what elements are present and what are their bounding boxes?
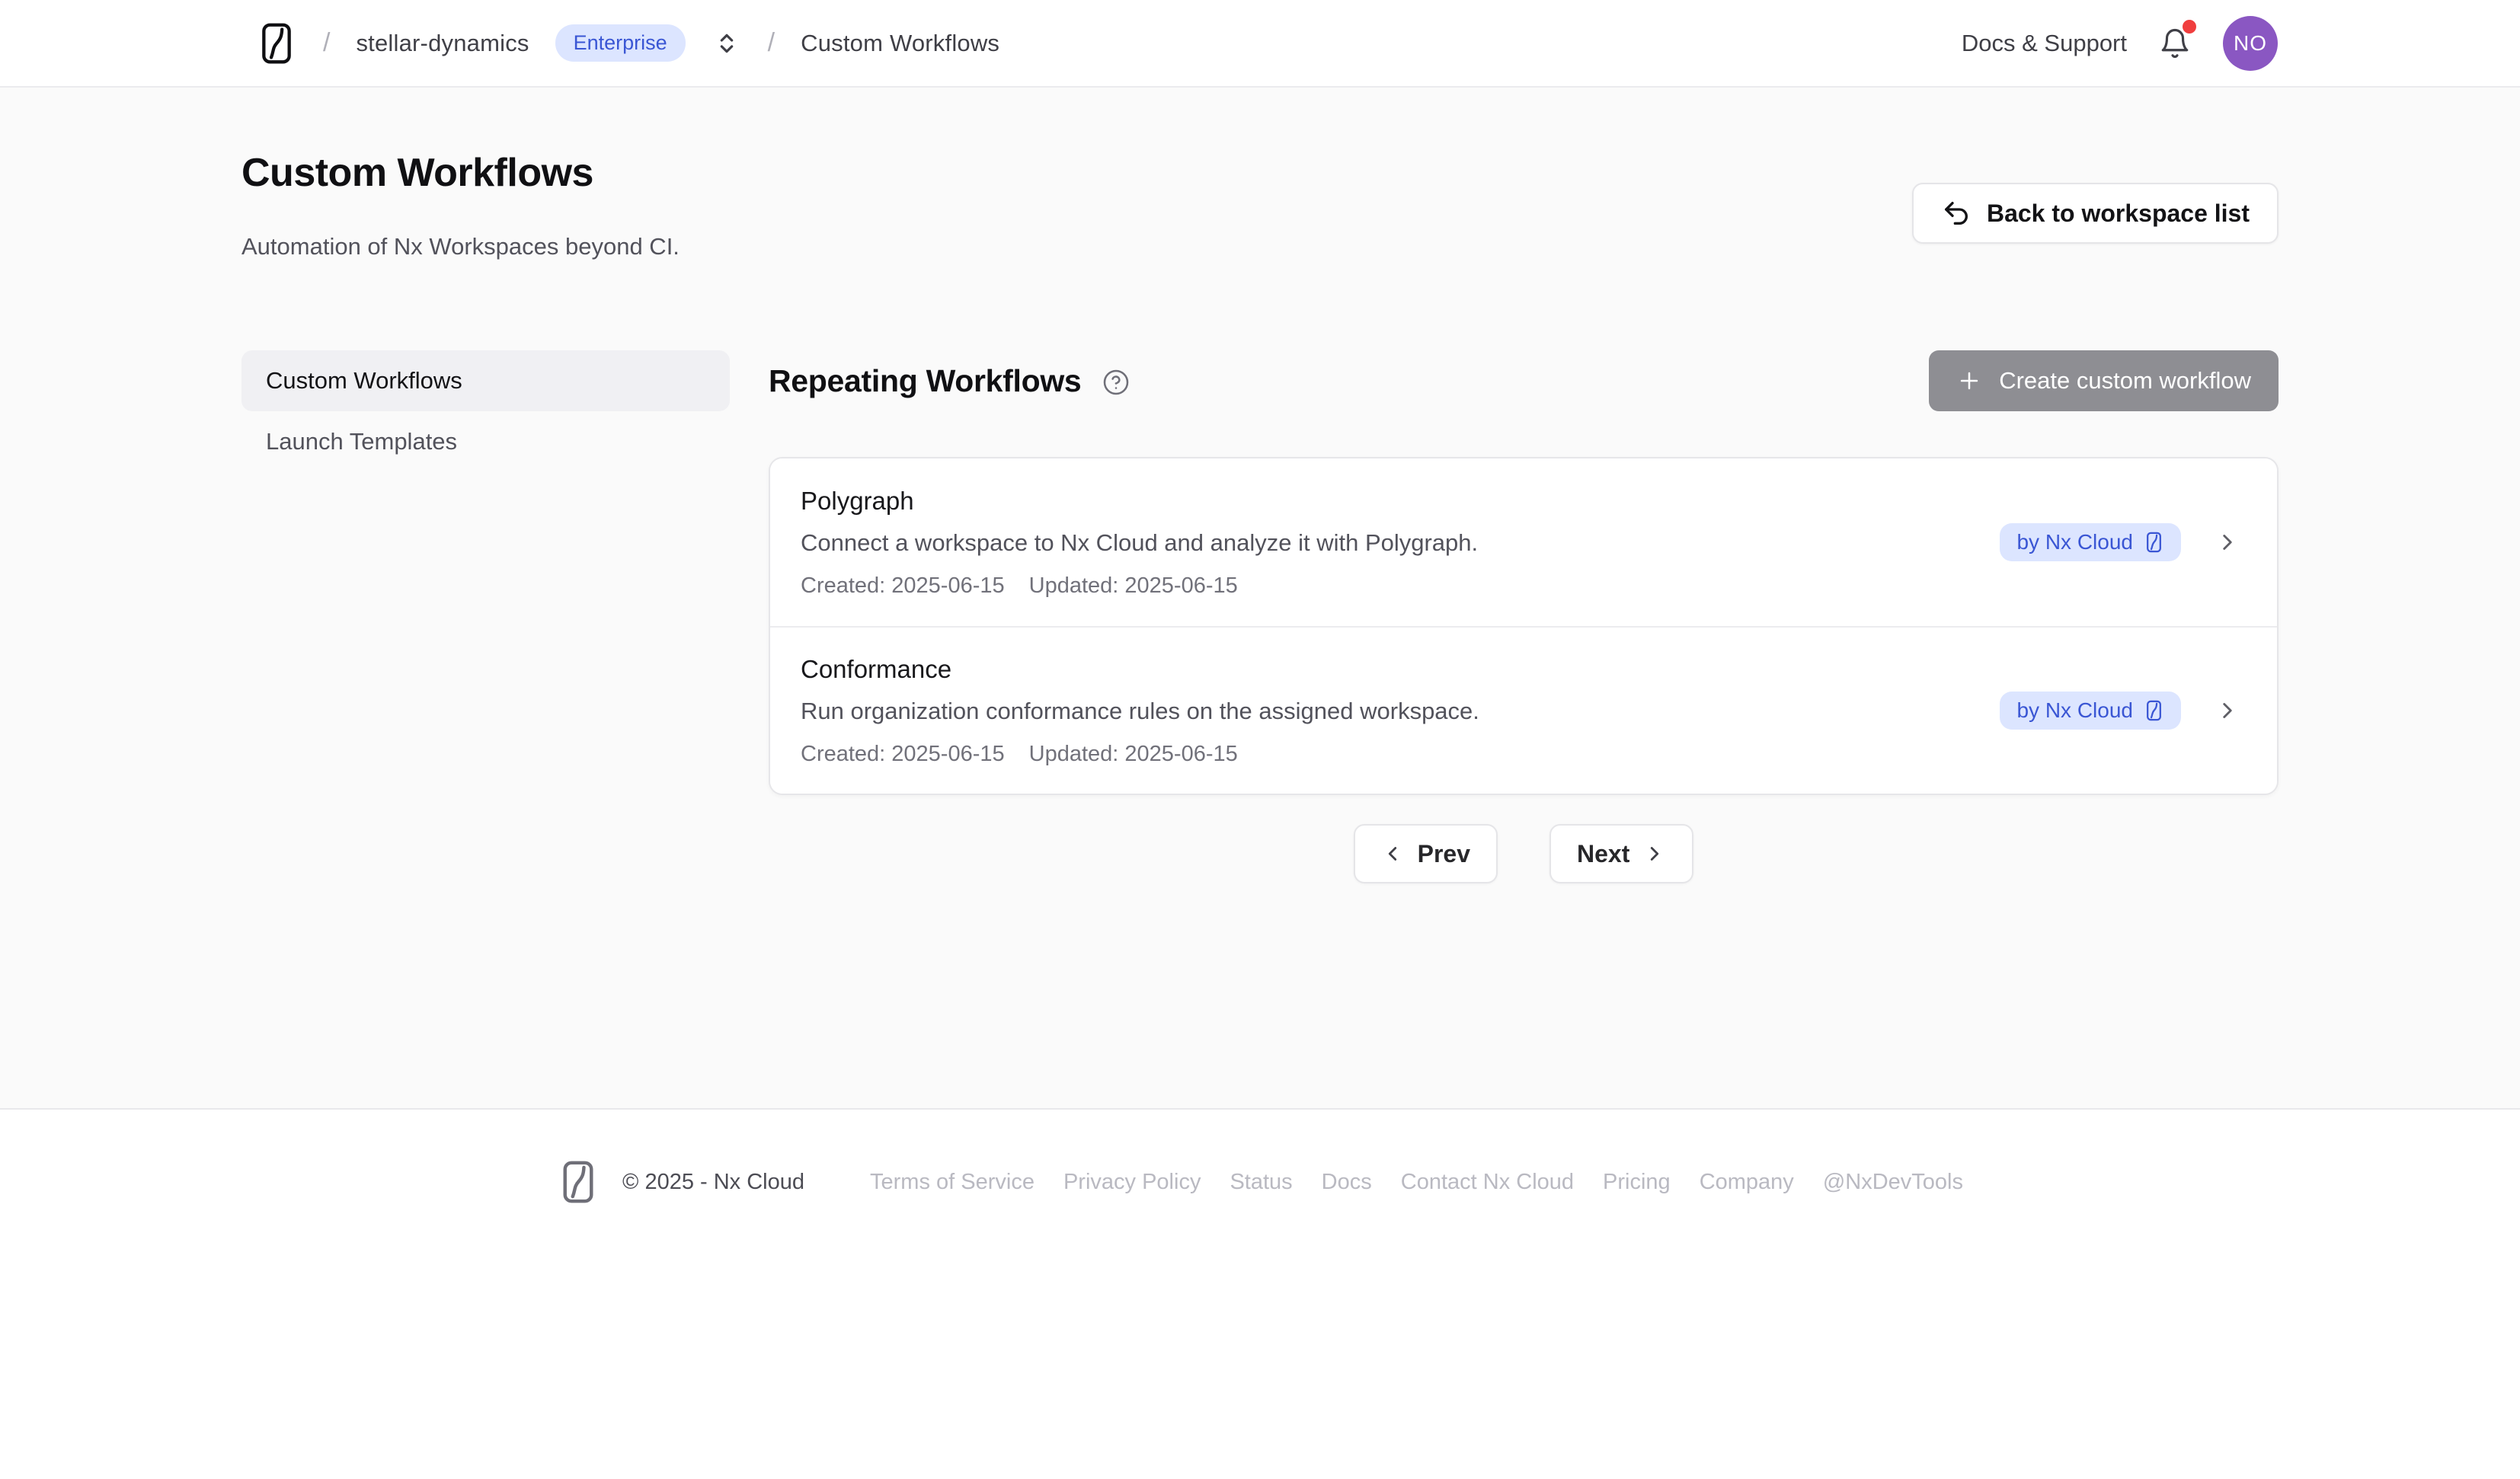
back-to-workspace-list-button[interactable]: Back to workspace list (1912, 183, 2279, 244)
footer-link-pricing[interactable]: Pricing (1603, 1170, 1671, 1195)
footer-link-contact[interactable]: Contact Nx Cloud (1401, 1170, 1574, 1195)
breadcrumb-separator: / (323, 28, 330, 58)
footer-link-terms[interactable]: Terms of Service (870, 1170, 1035, 1195)
workflow-row-conformance[interactable]: Conformance Run organization conformance… (770, 626, 2277, 794)
footer: © 2025 - Nx Cloud Terms of Service Priva… (0, 1108, 2520, 1479)
plus-icon (1956, 368, 1982, 394)
page-subtitle: Automation of Nx Workspaces beyond CI. (241, 233, 680, 260)
next-label: Next (1577, 840, 1629, 868)
workflow-created: Created: 2025-06-15 (801, 742, 1005, 767)
nx-cloud-icon (2144, 699, 2164, 722)
top-navbar: / stellar-dynamics Enterprise / Custom W… (0, 0, 2520, 88)
nx-cloud-app: / stellar-dynamics Enterprise / Custom W… (0, 0, 2520, 1479)
workflow-description: Connect a workspace to Nx Cloud and anal… (801, 529, 1478, 557)
page-title: Custom Workflows (241, 151, 680, 196)
breadcrumb: / stellar-dynamics Enterprise / Custom W… (256, 21, 999, 66)
next-page-button[interactable]: Next (1549, 824, 1693, 883)
footer-link-nxdevtools[interactable]: @NxDevTools (1823, 1170, 1963, 1195)
chevron-left-icon (1381, 842, 1404, 865)
by-nx-cloud-badge[interactable]: by Nx Cloud (2000, 692, 2181, 730)
footer-link-company[interactable]: Company (1700, 1170, 1794, 1195)
workflow-title: Conformance (801, 655, 1479, 684)
prev-label: Prev (1418, 840, 1470, 868)
nx-logo-icon (557, 1158, 600, 1206)
create-custom-workflow-button[interactable]: Create custom workflow (1929, 350, 2279, 411)
chevron-right-icon[interactable] (2215, 698, 2240, 724)
workflow-list: Polygraph Connect a workspace to Nx Clou… (769, 457, 2279, 795)
notifications-button[interactable] (2159, 27, 2191, 60)
workspace-switcher-button[interactable] (712, 27, 742, 59)
create-button-label: Create custom workflow (1999, 367, 2251, 395)
navbar-actions: Docs & Support NO (1962, 16, 2278, 71)
nx-cloud-icon (2144, 531, 2164, 554)
workflow-title: Polygraph (801, 487, 1478, 516)
main-panel: Repeating Workflows (769, 350, 2279, 883)
prev-page-button[interactable]: Prev (1354, 824, 1498, 883)
content-region: Custom Workflows Automation of Nx Worksp… (0, 88, 2520, 1108)
sidebar-item-custom-workflows[interactable]: Custom Workflows (241, 350, 730, 411)
sidebar: Custom Workflows Launch Templates (241, 350, 730, 472)
workflow-updated: Updated: 2025-06-15 (1029, 742, 1238, 767)
sidebar-item-launch-templates[interactable]: Launch Templates (241, 411, 730, 472)
page-header: Custom Workflows Automation of Nx Worksp… (241, 151, 680, 260)
section-heading-row: Repeating Workflows (769, 350, 2279, 411)
notification-dot (2183, 20, 2196, 34)
footer-link-privacy[interactable]: Privacy Policy (1063, 1170, 1201, 1195)
footer-link-docs[interactable]: Docs (1322, 1170, 1372, 1195)
undo-arrow-icon (1941, 198, 1972, 228)
breadcrumb-separator: / (768, 28, 775, 58)
user-avatar[interactable]: NO (2223, 16, 2278, 71)
section-heading: Repeating Workflows (769, 363, 1081, 399)
workflow-row-polygraph[interactable]: Polygraph Connect a workspace to Nx Clou… (770, 458, 2277, 626)
by-nx-cloud-badge[interactable]: by Nx Cloud (2000, 523, 2181, 561)
workflow-description: Run organization conformance rules on th… (801, 698, 1479, 725)
copyright: © 2025 - Nx Cloud (622, 1170, 804, 1195)
workflow-updated: Updated: 2025-06-15 (1029, 573, 1238, 599)
chevron-right-icon (1643, 842, 1666, 865)
workflow-created: Created: 2025-06-15 (801, 573, 1005, 599)
workspace-name[interactable]: stellar-dynamics (356, 30, 529, 57)
chevron-right-icon[interactable] (2215, 529, 2240, 555)
docs-support-link[interactable]: Docs & Support (1962, 30, 2127, 57)
nx-logo-icon[interactable] (256, 21, 297, 66)
help-circle-icon[interactable] (1102, 369, 1130, 396)
pagination: Prev Next (769, 824, 2279, 883)
chevrons-up-down-icon (715, 30, 739, 56)
footer-links: Terms of Service Privacy Policy Status D… (870, 1170, 1963, 1195)
footer-link-status[interactable]: Status (1230, 1170, 1292, 1195)
plan-badge: Enterprise (555, 24, 686, 62)
back-button-label: Back to workspace list (1987, 200, 2250, 228)
breadcrumb-section[interactable]: Custom Workflows (801, 30, 999, 57)
